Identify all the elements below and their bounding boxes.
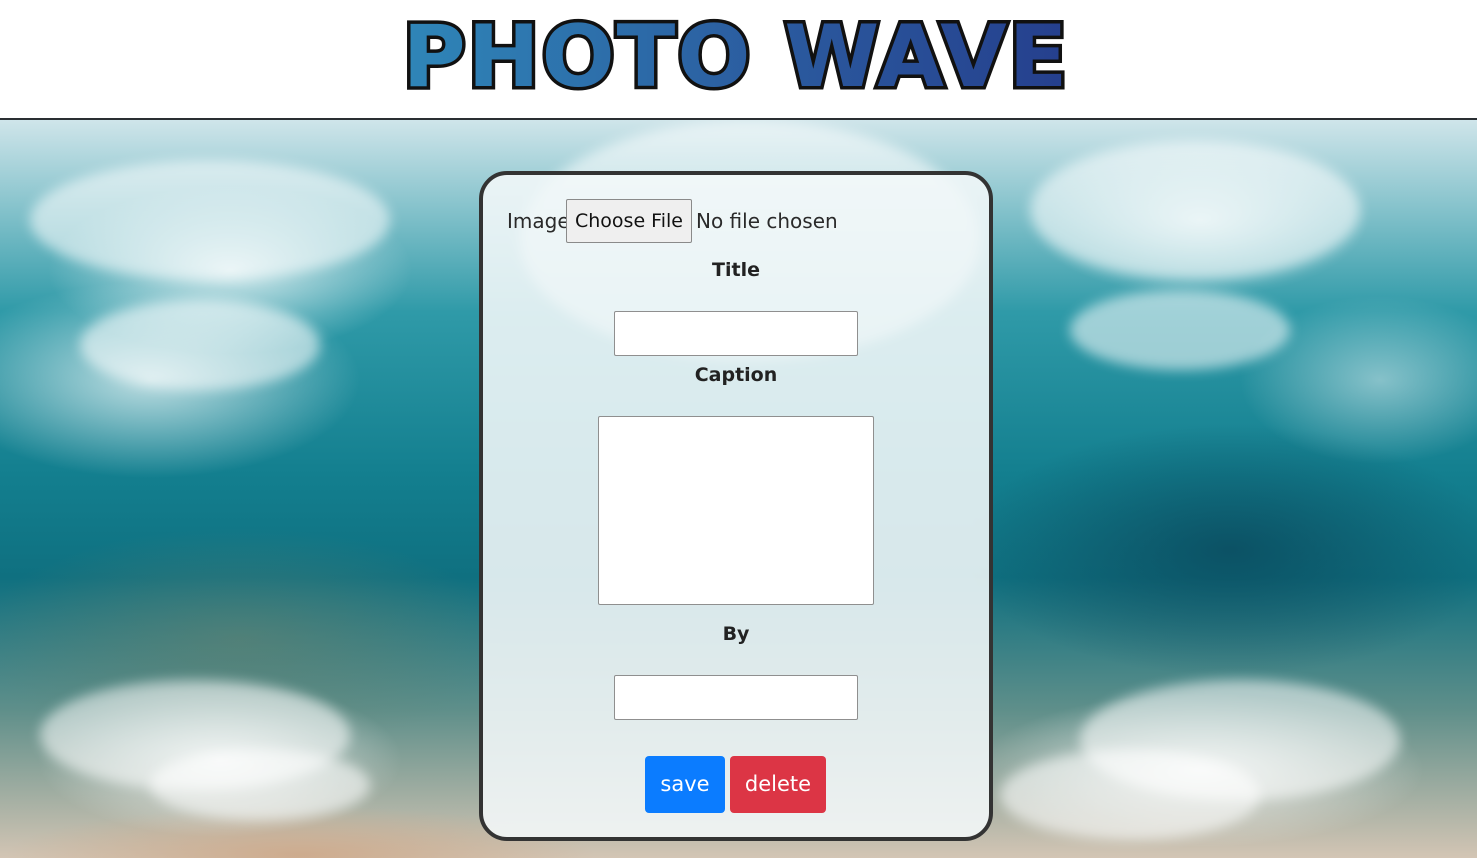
image-label: Image <box>507 209 570 233</box>
photo-wave-logo: PHOTO WAVE <box>399 8 1071 108</box>
title-label: Title <box>712 259 760 281</box>
file-status-text: No file chosen <box>696 209 838 233</box>
choose-file-button[interactable]: Choose File <box>566 199 692 243</box>
by-label: By <box>722 623 750 645</box>
delete-button[interactable]: delete <box>730 756 826 813</box>
site-header: PHOTO WAVE <box>0 0 1477 120</box>
caption-label: Caption <box>694 364 778 386</box>
save-button[interactable]: save <box>645 756 725 813</box>
title-input[interactable] <box>614 311 858 356</box>
logo-text: PHOTO WAVE <box>403 8 1070 107</box>
upload-form-card: Image Choose File No file chosen Title C… <box>479 171 993 841</box>
caption-textarea[interactable] <box>598 416 874 605</box>
by-input[interactable] <box>614 675 858 720</box>
